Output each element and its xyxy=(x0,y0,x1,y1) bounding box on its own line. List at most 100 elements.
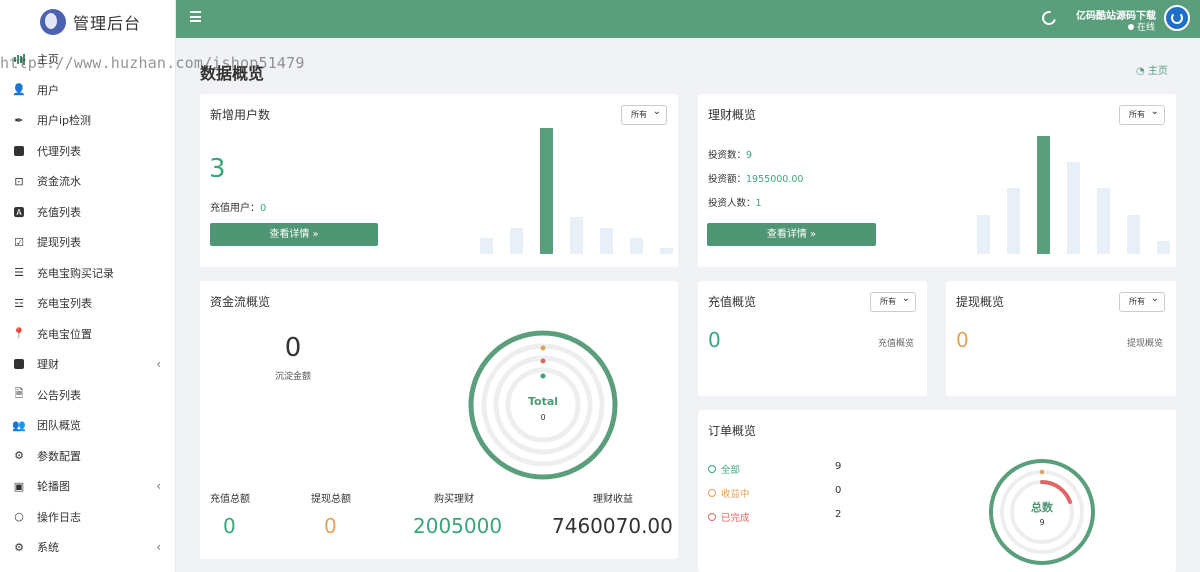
chart-bar xyxy=(480,238,493,254)
breadcrumb[interactable]: ◔ 主页 xyxy=(1136,62,1168,77)
chart-bar xyxy=(600,228,613,254)
brand-title: 管理后台 xyxy=(73,14,142,33)
sediment-label: 沉淀金额 xyxy=(274,372,311,382)
moon-icon[interactable] xyxy=(1039,8,1059,28)
sidebar-item-team[interactable]: 👥 团队概览 xyxy=(0,410,175,441)
sidebar-item-label: 公告列表 xyxy=(37,388,81,402)
sidebar-item-logs[interactable]: ○ 操作日志 xyxy=(0,502,175,533)
page-title: 数据概览 xyxy=(200,64,265,83)
sidebar-item-recharge-list[interactable]: 🅰 充值列表 xyxy=(0,197,175,228)
card-title: 充值概览 xyxy=(708,295,757,309)
sidebar-item-config[interactable]: ⚙ 参数配置 xyxy=(0,441,175,472)
sidebar-item-powerbank-list[interactable]: ☲ 充电宝列表 xyxy=(0,288,175,319)
chevron-left-icon: ‹ xyxy=(156,479,161,494)
sidebar-item-label: 提现列表 xyxy=(37,236,81,250)
filter-select[interactable]: 所有 xyxy=(1119,290,1165,312)
sidebar-item-powerbank-location[interactable]: 📍 充电宝位置 xyxy=(0,319,175,350)
withdraw-value: 0 xyxy=(956,328,969,352)
card-title: 资金流概览 xyxy=(210,295,271,309)
menu-toggle-icon[interactable] xyxy=(190,11,201,22)
invest-count-label: 投资数： xyxy=(708,150,747,161)
wealth-card: 理财概览 所有 投资数：9 投资额：1955000.00 投资人数：1 查看详情… xyxy=(698,94,1176,267)
ring-value: 9 xyxy=(1039,518,1044,527)
filter-select[interactable]: 所有 xyxy=(621,103,667,125)
sidebar-item-label: 充值列表 xyxy=(37,205,81,219)
sidebar-item-carousel[interactable]: ▣ 轮播图 ‹ xyxy=(0,471,175,502)
sidebar-item-ip-check[interactable]: ✒ 用户ip检测 xyxy=(0,105,175,136)
circle-icon xyxy=(708,465,716,473)
sidebar-nav: 主页 👤 用户 ✒ 用户ip检测 代理列表 ⊡ 资金流水 🅰 充值列表 ☑ 提现… xyxy=(0,44,175,563)
sidebar-item-wealth[interactable]: 理财 ‹ xyxy=(0,349,175,380)
chart-bar xyxy=(1127,215,1140,254)
filter-select[interactable]: 所有 xyxy=(1119,103,1165,125)
chart-bar xyxy=(660,248,673,254)
legend-label: 全部 xyxy=(721,465,741,476)
legend-earning[interactable]: 收益中 xyxy=(708,486,750,500)
view-details-button[interactable]: 查看详情 » xyxy=(210,223,378,246)
circle-icon xyxy=(708,489,716,497)
new-users-count: 3 xyxy=(209,154,226,184)
brand[interactable]: 管理后台 xyxy=(0,0,175,44)
recharge-total-value: 0 xyxy=(223,514,236,538)
legend-value: 0 xyxy=(835,485,842,496)
sidebar-item-announcements[interactable]: 🗎 公告列表 xyxy=(0,380,175,411)
legend-value: 2 xyxy=(835,509,842,520)
wealth-purchase-value: 2005000 xyxy=(413,514,503,538)
recharge-value: 0 xyxy=(708,328,721,352)
users-icon: 👥 xyxy=(12,418,26,432)
breadcrumb-label: 主页 xyxy=(1147,66,1168,77)
chart-bar xyxy=(977,215,990,254)
chart-bar xyxy=(630,238,643,254)
chart-bar xyxy=(1007,188,1020,254)
sidebar-item-agents[interactable]: 代理列表 xyxy=(0,136,175,167)
chart-bar xyxy=(1097,188,1110,254)
sidebar-item-fund-flow[interactable]: ⊡ 资金流水 xyxy=(0,166,175,197)
wealth-income-value: 7460070.00 xyxy=(552,514,673,538)
sidebar-item-label: 理财 xyxy=(37,358,59,372)
feather-icon: ✒ xyxy=(14,113,24,127)
legend-all[interactable]: 全部 xyxy=(708,462,740,476)
ring-label: 总数 xyxy=(1031,500,1054,514)
invest-amount-value: 1955000.00 xyxy=(746,174,804,185)
sidebar-item-label: 参数配置 xyxy=(37,449,81,463)
sidebar-item-label: 用户 xyxy=(37,83,59,97)
sidebar-item-label: 团队概览 xyxy=(37,419,81,433)
invest-count-value: 9 xyxy=(746,150,753,161)
legend-completed[interactable]: 已完成 xyxy=(708,510,750,524)
sidebar-item-label: 轮播图 xyxy=(37,480,70,494)
sediment-value: 0 xyxy=(284,333,302,363)
chevron-left-icon: ‹ xyxy=(156,357,161,372)
sidebar-item-powerbank-purchases[interactable]: ☰ 充电宝购买记录 xyxy=(0,258,175,289)
dashboard-icon: ◔ xyxy=(1136,66,1148,77)
circle-icon: ○ xyxy=(14,510,24,524)
chart-bar xyxy=(1067,162,1080,254)
chart-bar xyxy=(1037,136,1050,254)
sidebar-item-withdraw-list[interactable]: ☑ 提现列表 xyxy=(0,227,175,258)
investors-label: 投资人数： xyxy=(708,198,756,209)
stat-label: 理财收益 xyxy=(593,494,633,505)
view-details-button[interactable]: 查看详情 » xyxy=(707,223,876,246)
recharge-users-value: 0 xyxy=(260,203,267,214)
check-square-icon: ☑ xyxy=(14,235,24,249)
card-title: 订单概览 xyxy=(708,424,757,438)
map-pin-icon: 📍 xyxy=(12,327,26,341)
sidebar-item-users[interactable]: 👤 用户 xyxy=(0,75,175,106)
funds-ring-chart: Total 0 xyxy=(468,330,618,480)
user-status: 在线 xyxy=(1128,20,1155,33)
stat-label: 提现总额 xyxy=(311,494,351,505)
wealth-bar-chart xyxy=(976,136,1176,254)
sidebar-item-label: 系统 xyxy=(37,541,59,555)
file-icon: 🗎 xyxy=(14,387,24,401)
image-icon: ▣ xyxy=(13,479,25,493)
funds-card: 资金流概览 0 沉淀金额 Total 0 充值总额 提现总额 购买理财 理财收益… xyxy=(200,281,678,559)
sidebar-item-label: 操作日志 xyxy=(37,510,81,524)
avatar[interactable] xyxy=(1164,5,1190,31)
ring-marker xyxy=(540,373,546,379)
filter-select[interactable]: 所有 xyxy=(870,290,916,312)
new-users-card: 新增用户数 所有 3 充值用户：0 查看详情 » xyxy=(200,94,678,267)
investors-line: 投资人数：1 xyxy=(708,195,762,209)
ring-label: Total xyxy=(528,395,558,408)
new-users-bar-chart xyxy=(478,128,678,254)
sidebar-item-system[interactable]: ⚙ 系统 ‹ xyxy=(0,532,175,563)
sidebar-item-label: 充电宝位置 xyxy=(37,327,92,341)
